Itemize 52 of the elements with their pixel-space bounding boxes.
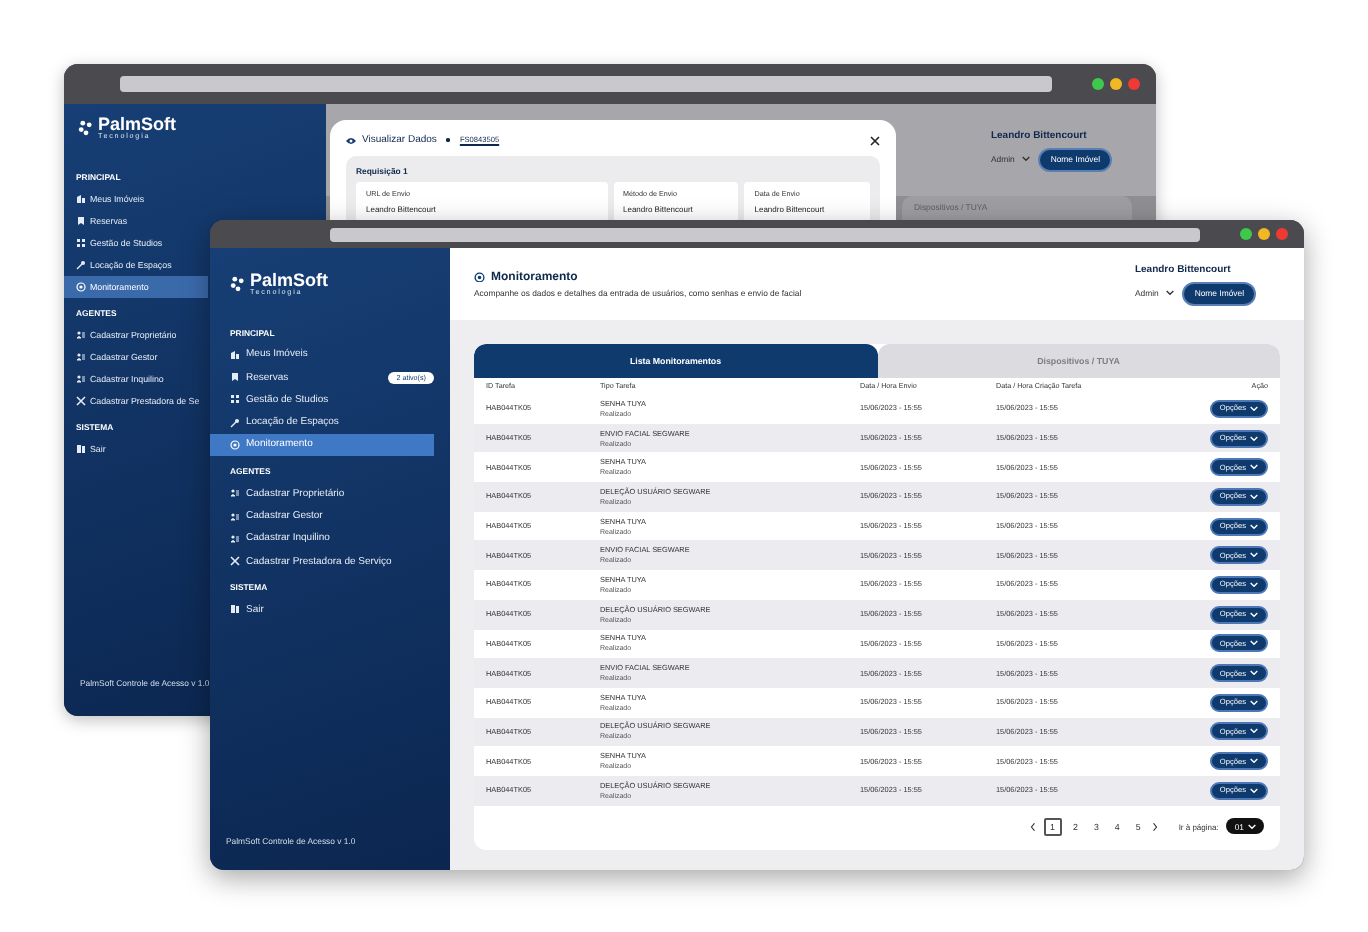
caret-icon: [1250, 493, 1258, 500]
close-icon[interactable]: [870, 135, 880, 145]
logo-text: PalmSoft: [250, 272, 329, 290]
caret-icon: [1250, 523, 1258, 530]
caret-icon: [1250, 787, 1258, 794]
logo-text: PalmSoft: [98, 116, 177, 134]
bookmark-icon: [230, 372, 240, 383]
minimize-button[interactable]: [1258, 228, 1270, 240]
caret-icon: [1022, 156, 1031, 162]
caret-icon: [1250, 581, 1258, 588]
grid-icon: [230, 394, 240, 405]
key-icon: [230, 417, 240, 428]
users-icon: [230, 488, 240, 499]
eye-icon: [346, 135, 356, 145]
door-icon: [230, 604, 240, 615]
users-icon: [76, 373, 86, 384]
separator-dot: [446, 138, 450, 142]
eye-icon: [230, 439, 240, 450]
tools-icon: [230, 556, 240, 567]
bookmark-icon: [76, 215, 86, 226]
caret-icon: [1250, 405, 1258, 412]
logo-icon: [78, 120, 94, 137]
caret-icon: [1250, 758, 1258, 765]
tools-icon: [76, 395, 86, 406]
caret-icon: [1250, 464, 1258, 471]
users-icon: [230, 533, 240, 544]
users-icon: [76, 329, 86, 340]
next-page-icon[interactable]: [1152, 821, 1159, 832]
caret-icon: [1250, 670, 1258, 677]
door-icon: [76, 443, 86, 454]
building-icon: [76, 193, 86, 204]
caret-icon: [1250, 640, 1258, 647]
key-icon: [76, 259, 86, 270]
address-bar[interactable]: [330, 227, 1200, 241]
caret-icon: [1250, 699, 1258, 706]
caret-icon: [1250, 611, 1258, 618]
previous-page-icon[interactable]: [1030, 821, 1037, 832]
maximize-button[interactable]: [1240, 228, 1252, 240]
building-icon: [230, 349, 240, 360]
logo-icon: [230, 276, 246, 293]
users-icon: [76, 351, 86, 362]
eye-icon: [76, 281, 86, 292]
minimize-button[interactable]: [1110, 78, 1122, 90]
caret-icon: [1250, 728, 1258, 735]
caret-icon: [1250, 552, 1258, 559]
eye-icon: [474, 271, 485, 283]
caret-icon: [1166, 290, 1175, 296]
grid-icon: [76, 237, 86, 248]
users-icon: [230, 511, 240, 522]
caret-icon: [1248, 823, 1256, 830]
caret-icon: [1250, 435, 1258, 442]
maximize-button[interactable]: [1092, 78, 1104, 90]
